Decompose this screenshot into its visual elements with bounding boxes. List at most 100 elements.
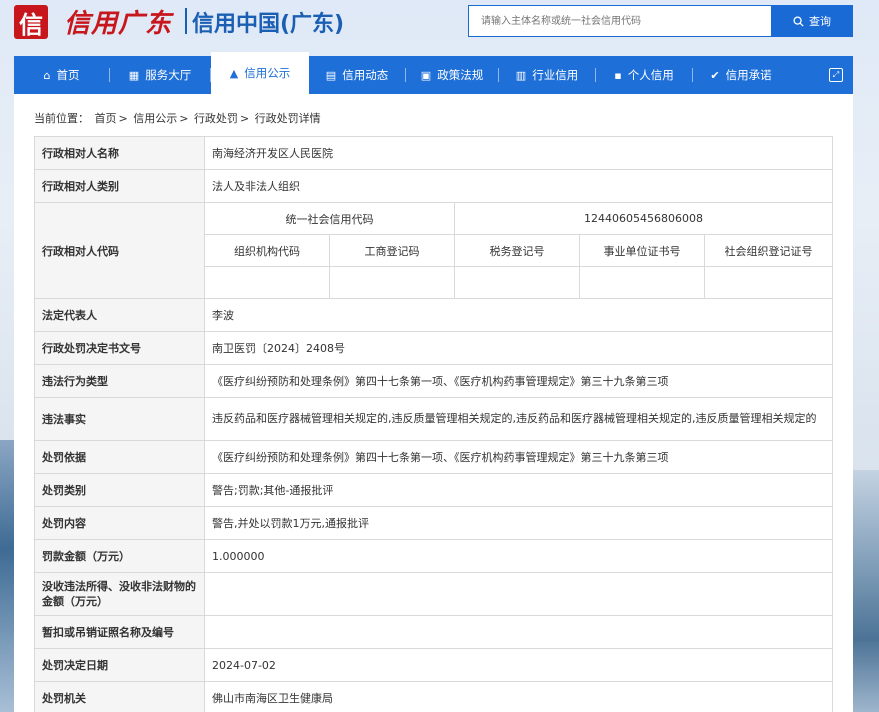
nav-label: 行业信用 [532,68,579,82]
breadcrumb-item-home[interactable]: 首页 [95,112,117,125]
field-value: 南海经济开发区人民医院 [203,136,834,170]
uscc-value: 12440605456806008 [453,202,834,235]
field-value: 《医疗纠纷预防和处理条例》第四十七条第一项、《医疗机构药事管理规定》第三十九条第… [203,364,834,398]
empty-cell [329,266,455,299]
search-icon [793,15,804,27]
table-row: 罚款金额（万元） 1.000000 [34,539,834,573]
table-row: 行政处罚决定书文号 南卫医罚〔2024〕2408号 [34,331,834,365]
field-label: 行政相对人类别 [34,169,205,203]
book-icon: ▣ [420,68,432,82]
nav-label: 个人信用 [627,68,674,82]
content-panel: 当前位置： 首页 > 信用公示 > 行政处罚 > 行政处罚详情 行政相对人名称 南海经… [14,94,853,712]
empty-cell [454,266,580,299]
search-button-label: 查询 [809,15,831,28]
building-icon: ▥ [515,68,527,82]
site-title: 信用中国(广东) [192,12,345,37]
field-label: 行政处罚决定书文号 [34,331,205,365]
field-value: 南卫医罚〔2024〕2408号 [203,331,834,365]
breadcrumb-separator: > [118,112,128,125]
field-value: 违反药品和医疗器械管理相关规定的,违反质量管理相关规定的,违反药品和医疗器械管理… [203,397,834,441]
grid-icon: ▦ [128,68,140,82]
background-scenery-left [0,440,14,712]
breadcrumb-separator: > [239,112,250,125]
id-card-icon: ▪ [614,68,622,82]
empty-cell [703,266,834,299]
nav-label: 信用承诺 [725,68,772,82]
field-label: 处罚内容 [34,506,205,540]
empty-cell [579,266,705,299]
field-label: 行政相对人代码 [34,202,205,299]
field-label: 法定代表人 [34,298,205,332]
field-value: 佛山市南海区卫生健康局 [203,681,834,712]
empty-cell [204,266,330,299]
site-logo-icon[interactable]: 信 [14,5,48,39]
sub-header-org-code: 组织机构代码 [204,234,330,267]
field-label: 违法行为类型 [34,364,205,398]
field-label: 没收违法所得、没收非法财物的金额（万元） [34,572,205,616]
table-row: 行政相对人类别 法人及非法人组织 [34,169,834,203]
nav-label: 信用公示 [244,66,291,80]
table-row: 违法行为类型 《医疗纠纷预防和处理条例》第四十七条第一项、《医疗机构药事管理规定… [34,364,834,398]
field-label: 处罚依据 [34,440,205,474]
breadcrumb-item-credit-publicity[interactable]: 信用公示 [133,112,177,125]
nav-label: 首页 [56,68,80,82]
shield-check-icon: ✔ [710,68,720,82]
breadcrumb-item-penalty-detail: 行政处罚详情 [254,112,321,125]
search-bar: 查询 [468,5,853,37]
sub-header-institution-cert: 事业单位证书号 [579,234,705,267]
breadcrumb-separator: > [179,112,189,125]
home-icon: ⌂ [43,68,51,82]
table-row: 违法事实 违反药品和医疗器械管理相关规定的,违反质量管理相关规定的,违反药品和医… [34,397,834,441]
field-label: 罚款金额（万元） [34,539,205,573]
breadcrumb-item-admin-penalty[interactable]: 行政处罚 [194,112,238,125]
sub-header-social-org-cert: 社会组织登记证号 [703,234,834,267]
nav-item-service-hall[interactable]: ▦ 服务大厅 [110,56,210,94]
table-row: 暂扣或吊销证照名称及编号 [34,615,834,649]
main-nav: ⌂ 首页 ▦ 服务大厅 ▲ 信用公示 ▤ 信用动态 ▣ 政策法规 ▥ 行业信用 … [14,52,853,94]
announce-icon: ▲ [229,66,239,80]
nav-item-credit-news[interactable]: ▤ 信用动态 [309,56,405,94]
site-header: 信 信用广东 信用中国(广东) 查询 [0,0,879,48]
table-row: 法定代表人 李波 [34,298,834,332]
nav-item-policy[interactable]: ▣ 政策法规 [406,56,498,94]
uscc-label: 统一社会信用代码 [204,202,455,235]
nav-item-credit-publicity[interactable]: ▲ 信用公示 [211,52,309,94]
field-label: 暂扣或吊销证照名称及编号 [34,615,205,649]
site-logo-script: 信用广东 [64,9,173,39]
fullscreen-button[interactable]: ⤢ [819,56,853,94]
nav-label: 信用动态 [342,68,389,82]
field-value [203,615,834,649]
field-value: 警告,并处以罚款1万元,通报批评 [203,506,834,540]
search-input[interactable] [468,5,771,37]
background-scenery-right [853,470,879,712]
expand-icon: ⤢ [829,68,843,82]
sub-header-business-reg: 工商登记码 [329,234,455,267]
field-value: 法人及非法人组织 [203,169,834,203]
nav-item-credit-commitment[interactable]: ✔ 信用承诺 [693,56,789,94]
nav-label: 服务大厅 [145,68,192,82]
breadcrumb-prefix: 当前位置： [34,112,89,125]
field-label: 违法事实 [34,397,205,441]
field-value: 1.000000 [203,539,834,573]
table-row: 行政相对人代码 统一社会信用代码 12440605456806008 [34,202,834,299]
breadcrumb: 当前位置： 首页 > 信用公示 > 行政处罚 > 行政处罚详情 [34,110,323,126]
penalty-detail-table: 行政相对人名称 南海经济开发区人民医院 行政相对人类别 法人及非法人组织 行政相… [34,136,834,712]
field-value [203,572,834,616]
field-value: 《医疗纠纷预防和处理条例》第四十七条第一项、《医疗机构药事管理规定》第三十九条第… [203,440,834,474]
search-button[interactable]: 查询 [771,5,853,37]
document-icon: ▤ [325,68,337,82]
table-row: 处罚依据 《医疗纠纷预防和处理条例》第四十七条第一项、《医疗机构药事管理规定》第… [34,440,834,474]
sub-header-tax-reg: 税务登记号 [454,234,580,267]
table-row: 没收违法所得、没收非法财物的金额（万元） [34,572,834,616]
field-label: 处罚机关 [34,681,205,712]
field-value: 警告;罚款;其他-通报批评 [203,473,834,507]
field-label: 处罚决定日期 [34,648,205,682]
table-row: 处罚决定日期 2024-07-02 [34,648,834,682]
nav-item-industry-credit[interactable]: ▥ 行业信用 [499,56,595,94]
field-label: 行政相对人名称 [34,136,205,170]
table-row: 处罚内容 警告,并处以罚款1万元,通报批评 [34,506,834,540]
nav-label: 政策法规 [437,68,484,82]
nav-item-personal-credit[interactable]: ▪ 个人信用 [596,56,692,94]
nav-item-home[interactable]: ⌂ 首页 [14,56,109,94]
field-value: 2024-07-02 [203,648,834,682]
